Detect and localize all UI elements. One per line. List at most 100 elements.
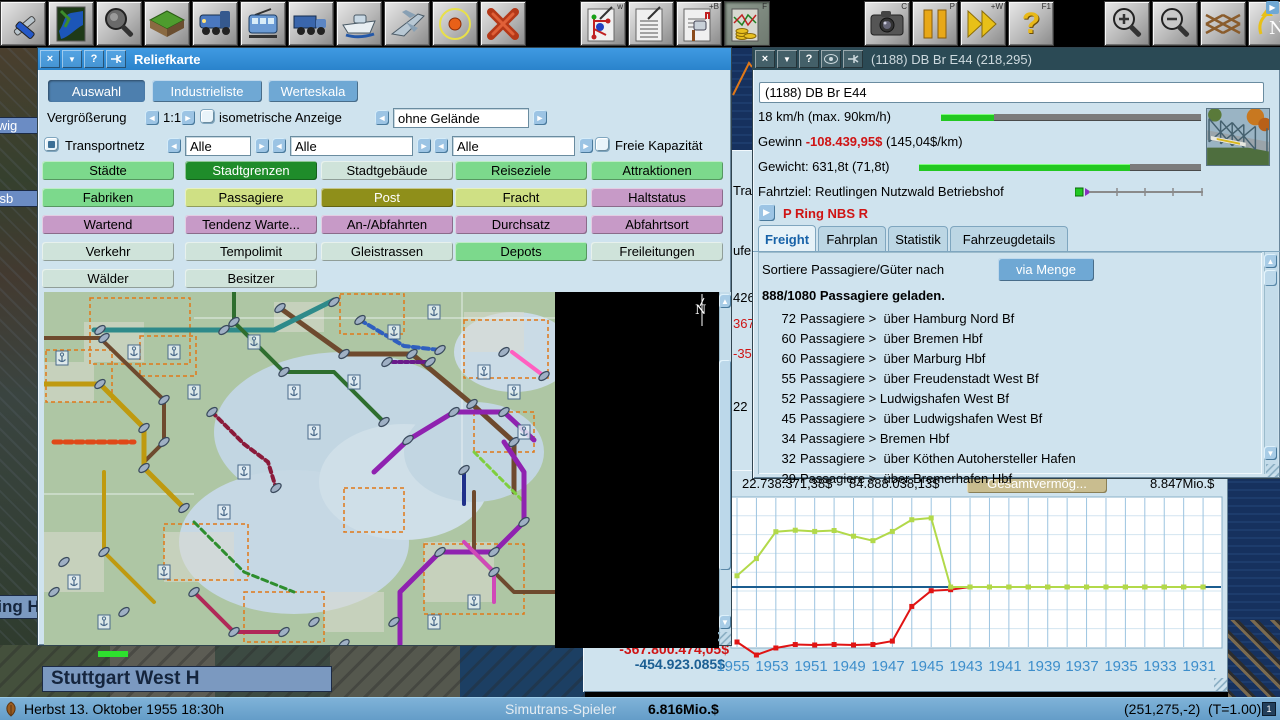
line-goto-button[interactable]: ▶ xyxy=(758,204,775,221)
pin-icon[interactable] xyxy=(106,50,126,68)
map-option-abfahrtsort[interactable]: Abfahrtsort xyxy=(591,215,723,234)
tool-zoom-out[interactable] xyxy=(1152,1,1198,46)
map-option-haltstatus[interactable]: Haltstatus xyxy=(591,188,723,207)
city-label-ludwigsb[interactable]: wigsb xyxy=(0,190,38,207)
map-option-besitzer[interactable]: Besitzer xyxy=(185,269,317,288)
tool-rail[interactable] xyxy=(192,1,238,46)
map-option-staedte[interactable]: Städte xyxy=(42,161,174,180)
tab-auswahl[interactable]: Auswahl xyxy=(48,80,145,102)
net-filter3-prev[interactable]: ◄ xyxy=(434,138,448,153)
net-filter1-select[interactable]: Alle xyxy=(185,136,251,156)
tab-industrieliste[interactable]: Industrieliste xyxy=(152,80,262,102)
map-option-waelder[interactable]: Wälder xyxy=(42,269,174,288)
tool-air[interactable] xyxy=(384,1,430,46)
follow-eye-icon[interactable] xyxy=(821,50,841,68)
scroll-up-icon[interactable]: ▲ xyxy=(1264,254,1277,268)
finance-sliver-text: Tra xyxy=(733,183,752,198)
station-label-ring[interactable]: Ring H xyxy=(0,595,38,619)
help-icon[interactable]: ? xyxy=(799,50,819,68)
map-resize-grip[interactable] xyxy=(718,632,731,645)
game-world-left[interactable] xyxy=(0,48,38,648)
tool-map[interactable] xyxy=(48,1,94,46)
map-option-freileitungen[interactable]: Freileitungen xyxy=(591,242,723,261)
net-filter2-prev[interactable]: ◄ xyxy=(272,138,286,153)
map-option-stadtgrenzen[interactable]: Stadtgrenzen xyxy=(185,161,317,180)
map-option-fracht[interactable]: Fracht xyxy=(455,188,587,207)
map-option-gleistrassen[interactable]: Gleistrassen xyxy=(321,242,453,261)
tab-freight[interactable]: Freight xyxy=(758,225,816,252)
terrain-prev-button[interactable]: ◄ xyxy=(375,110,389,125)
map-option-fabriken[interactable]: Fabriken xyxy=(42,188,174,207)
map-option-depots[interactable]: Depots xyxy=(455,242,587,261)
net-filter2-select[interactable]: Alle xyxy=(290,136,413,156)
convoy-resize-grip[interactable] xyxy=(1266,464,1279,477)
tool-tools[interactable] xyxy=(0,1,46,46)
city-label-ludwig[interactable]: Ludwig xyxy=(0,117,38,134)
relief-map[interactable]: N xyxy=(44,292,719,645)
map-option-anabfahrten[interactable]: An-/Abfahrten xyxy=(321,215,453,234)
finance-resize-grip[interactable] xyxy=(1214,678,1227,691)
net-filter1-prev[interactable]: ◄ xyxy=(167,138,181,153)
tool-tram[interactable] xyxy=(240,1,286,46)
scroll-down-icon[interactable]: ▼ xyxy=(1264,446,1277,460)
tool-help[interactable]: F1 ? xyxy=(1008,1,1054,46)
terrain-select[interactable]: ohne Gelände xyxy=(393,108,529,128)
map-option-reiseziele[interactable]: Reiseziele xyxy=(455,161,587,180)
sort-mode-button[interactable]: via Menge xyxy=(998,258,1094,281)
map-option-tempolimit[interactable]: Tempolimit xyxy=(185,242,317,261)
convoy-name-input[interactable] xyxy=(759,82,1264,103)
net-filter2-next[interactable]: ► xyxy=(417,138,431,153)
help-icon[interactable]: ? xyxy=(84,50,104,68)
map-option-tendenz[interactable]: Tendenz Warte... xyxy=(185,215,317,234)
net-filter3-next[interactable]: ► xyxy=(579,138,593,153)
net-filter1-next[interactable]: ► xyxy=(255,138,269,153)
tool-ship[interactable] xyxy=(336,1,382,46)
timeline-icon[interactable]: 1 xyxy=(1262,702,1276,716)
map-option-wartend[interactable]: Wartend xyxy=(42,215,174,234)
tool-underground-view[interactable] xyxy=(1200,1,1246,46)
tool-messages[interactable]: +B xyxy=(676,1,722,46)
collapse-icon[interactable]: ▼ xyxy=(777,50,797,68)
tab-fahrplan[interactable]: Fahrplan xyxy=(818,226,886,252)
tool-line-management[interactable]: w xyxy=(580,1,626,46)
map-scrollbar-thumb[interactable] xyxy=(719,360,731,570)
tool-signal[interactable] xyxy=(432,1,478,46)
map-option-passagiere[interactable]: Passagiere xyxy=(185,188,317,207)
freight-scrollbar-thumb[interactable] xyxy=(1264,270,1277,286)
map-option-verkehr[interactable]: Verkehr xyxy=(42,242,174,261)
convoy-titlebar[interactable]: × ▼ ? (1188) DB Br E44 (218,295) xyxy=(753,48,1280,70)
map-option-stadtgebaeude[interactable]: Stadtgebäude xyxy=(321,161,453,180)
collapse-icon[interactable]: ▼ xyxy=(62,50,82,68)
tool-screenshot[interactable]: C xyxy=(864,1,910,46)
zoom-increase-button[interactable]: ► xyxy=(181,110,195,125)
tool-remove[interactable] xyxy=(480,1,526,46)
network-checkbox[interactable] xyxy=(45,138,58,151)
tab-werteskala[interactable]: Werteskala xyxy=(268,80,358,102)
tool-inspect[interactable] xyxy=(96,1,142,46)
scroll-down-icon[interactable]: ▼ xyxy=(719,615,731,629)
free-capacity-checkbox[interactable] xyxy=(596,138,609,151)
scroll-up-icon[interactable]: ▲ xyxy=(719,294,731,308)
map-option-durchsatz[interactable]: Durchsatz xyxy=(455,215,587,234)
tab-statistik[interactable]: Statistik xyxy=(888,226,948,252)
map-option-attraktionen[interactable]: Attraktionen xyxy=(591,161,723,180)
tool-terrain[interactable] xyxy=(144,1,190,46)
tool-fast-forward[interactable]: +W xyxy=(960,1,1006,46)
terrain-next-button[interactable]: ► xyxy=(533,110,547,125)
close-icon[interactable]: × xyxy=(40,50,60,68)
pin-icon[interactable] xyxy=(843,50,863,68)
station-label-stuttgart-west[interactable]: Stuttgart West H xyxy=(42,666,332,692)
tool-pause[interactable]: P xyxy=(912,1,958,46)
tool-truck[interactable] xyxy=(288,1,334,46)
zoom-decrease-button[interactable]: ◄ xyxy=(145,110,159,125)
map-option-post[interactable]: Post xyxy=(321,188,453,207)
isometric-checkbox[interactable] xyxy=(201,110,214,123)
reliefkarte-titlebar[interactable]: × ▼ ? Reliefkarte xyxy=(38,48,731,70)
close-icon[interactable]: × xyxy=(755,50,775,68)
tool-finances[interactable]: F xyxy=(724,1,770,46)
toolbar-overflow-button[interactable]: ▶ xyxy=(1266,1,1279,14)
tool-lists[interactable] xyxy=(628,1,674,46)
net-filter3-select[interactable]: Alle xyxy=(452,136,575,156)
tab-fahrzeugdetails[interactable]: Fahrzeugdetails xyxy=(950,226,1068,252)
tool-zoom-in[interactable] xyxy=(1104,1,1150,46)
